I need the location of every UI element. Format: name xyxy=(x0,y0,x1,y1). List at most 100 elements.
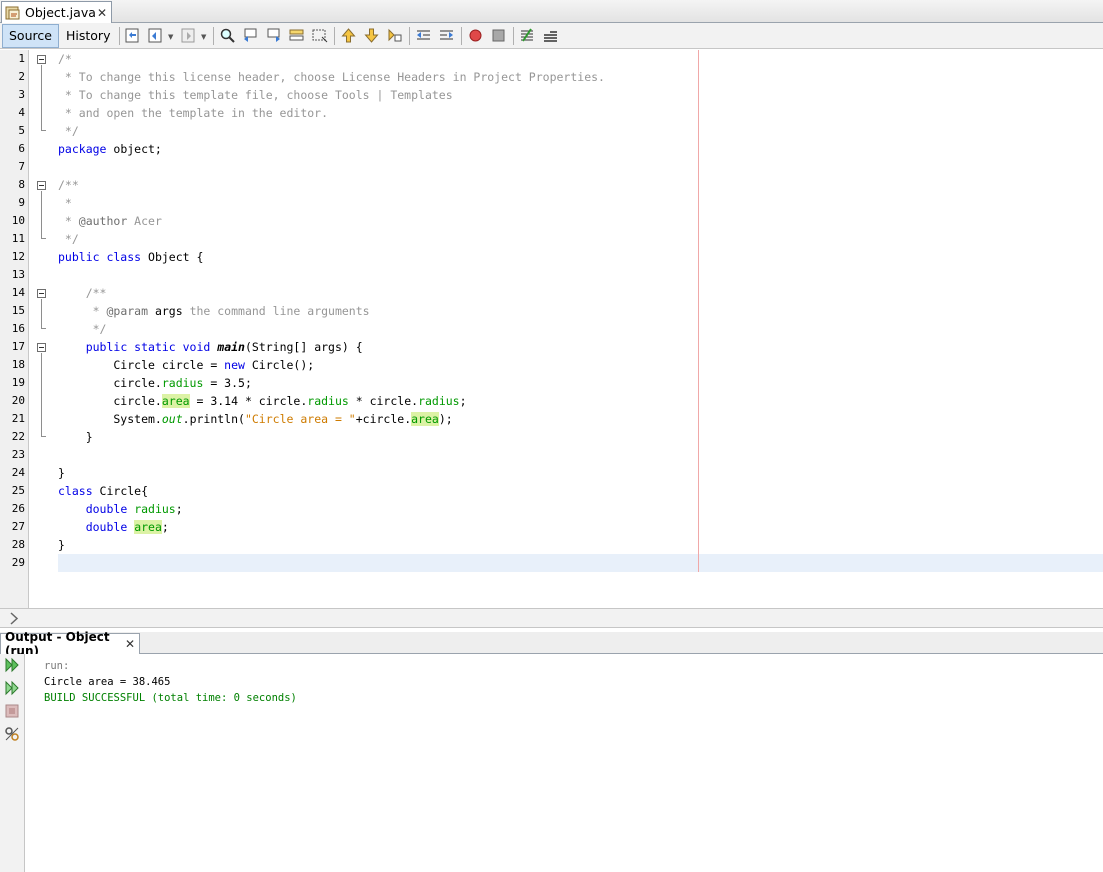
code-line[interactable]: public class Object { xyxy=(58,248,203,266)
toggle-bookmark-icon[interactable] xyxy=(386,27,403,44)
toolbar-separator xyxy=(119,27,120,45)
output-line-run: run: xyxy=(44,660,70,672)
close-icon[interactable]: ✕ xyxy=(125,637,135,651)
code-line[interactable]: package object; xyxy=(58,140,162,158)
code-line[interactable]: */ xyxy=(58,122,79,140)
comment-text: * xyxy=(58,214,79,228)
comment-icon[interactable] xyxy=(519,27,536,44)
keyword: package xyxy=(58,142,107,156)
code-text: object; xyxy=(106,142,162,156)
source-tab[interactable]: Source xyxy=(2,24,59,48)
code-line[interactable]: * @author Acer xyxy=(58,212,162,230)
code-text: * circle. xyxy=(348,394,419,408)
code-line[interactable]: /** xyxy=(58,176,79,194)
rerun-with-different-parameters-icon[interactable] xyxy=(4,680,20,696)
code-text: ; xyxy=(161,520,169,534)
shift-line-right-icon[interactable] xyxy=(438,27,455,44)
comment-text: the command line arguments xyxy=(182,304,370,318)
uncomment-icon[interactable] xyxy=(542,27,559,44)
fold-toggle-icon[interactable] xyxy=(37,343,46,352)
code-line[interactable]: public static void main(String[] args) { xyxy=(58,338,363,356)
code-line[interactable]: circle.radius = 3.5; xyxy=(58,374,252,392)
code-line[interactable]: */ xyxy=(58,320,107,338)
field-reference-highlighted: area xyxy=(161,394,190,408)
close-icon[interactable]: ✕ xyxy=(97,6,107,20)
toggle-highlight-icon[interactable] xyxy=(288,27,305,44)
javadoc-param-name: args xyxy=(148,304,183,318)
chevron-right-icon[interactable] xyxy=(8,612,20,625)
code-line[interactable]: * xyxy=(58,194,72,212)
line-number: 24 xyxy=(11,466,25,479)
keyword: public class xyxy=(58,250,142,264)
stop-macro-recording-icon[interactable] xyxy=(490,27,507,44)
editor-toolbar: Source History ▼ ▼ xyxy=(0,23,1103,49)
next-bookmark-icon[interactable] xyxy=(363,27,380,44)
code-line[interactable]: class Circle{ xyxy=(58,482,148,500)
code-line[interactable]: double radius; xyxy=(58,500,183,518)
fold-guide-end xyxy=(41,436,46,437)
javadoc-tag: @author xyxy=(78,214,128,228)
code-line[interactable]: System.out.println("Circle area = "+circ… xyxy=(58,410,453,428)
forward-icon[interactable] xyxy=(180,27,197,44)
toggle-rectangular-selection-icon[interactable] xyxy=(311,27,328,44)
start-macro-recording-icon[interactable] xyxy=(467,27,484,44)
back-dropdown-icon[interactable]: ▼ xyxy=(168,33,173,41)
stop-icon[interactable] xyxy=(4,703,20,719)
rerun-icon[interactable] xyxy=(4,657,20,673)
shift-line-left-icon[interactable] xyxy=(415,27,432,44)
code-line[interactable]: Circle circle = new Circle(); xyxy=(58,356,314,374)
output-tab[interactable]: Output - Object (run) ✕ xyxy=(0,630,140,658)
editor-tab-object-java[interactable]: Object.java ✕ xyxy=(1,1,112,23)
field-reference: radius xyxy=(161,376,204,390)
find-icon[interactable] xyxy=(219,27,236,44)
toolbar-separator xyxy=(334,27,335,45)
fold-toggle-icon[interactable] xyxy=(37,181,46,190)
fold-toggle-icon[interactable] xyxy=(37,289,46,298)
code-line[interactable]: /** xyxy=(58,284,107,302)
code-line[interactable]: } xyxy=(58,464,65,482)
line-number: 7 xyxy=(18,160,25,173)
field-reference: radius xyxy=(307,394,349,408)
back-icon[interactable] xyxy=(147,27,164,44)
code-line[interactable]: circle.area = 3.14 * circle.radius * cir… xyxy=(58,392,467,410)
settings-icon[interactable] xyxy=(4,726,20,742)
find-next-icon[interactable] xyxy=(265,27,282,44)
code-text: (String[] args) { xyxy=(244,340,363,354)
forward-dropdown-icon[interactable]: ▼ xyxy=(201,33,206,41)
code-text: = 3.5; xyxy=(203,376,252,390)
line-number: 17 xyxy=(11,340,25,353)
static-field-reference: out xyxy=(161,412,183,426)
fold-guide-end xyxy=(41,328,46,329)
line-number: 10 xyxy=(11,214,25,227)
code-lines[interactable]: /* * To change this license header, choo… xyxy=(53,50,1098,590)
find-previous-icon[interactable] xyxy=(242,27,259,44)
code-line[interactable]: /* xyxy=(58,50,72,68)
code-line[interactable]: } xyxy=(58,536,65,554)
code-line[interactable]: * and open the template in the editor. xyxy=(58,104,328,122)
toolbar-separator xyxy=(513,27,514,45)
history-tab[interactable]: History xyxy=(60,24,116,48)
line-number: 16 xyxy=(11,322,25,335)
code-line[interactable]: * To change this license header, choose … xyxy=(58,68,605,86)
code-line[interactable]: * To change this template file, choose T… xyxy=(58,86,453,104)
line-number: 25 xyxy=(11,484,25,497)
code-line[interactable]: * @param args the command line arguments xyxy=(58,302,370,320)
toolbar-separator xyxy=(461,27,462,45)
line-number: 18 xyxy=(11,358,25,371)
fold-guide xyxy=(41,191,42,238)
line-number: 2 xyxy=(18,70,25,83)
code-line[interactable]: double area; xyxy=(58,518,169,536)
output-console[interactable]: run: Circle area = 38.465 BUILD SUCCESSF… xyxy=(26,654,1103,872)
line-number: 5 xyxy=(18,124,25,137)
line-number: 12 xyxy=(11,250,25,263)
line-number: 9 xyxy=(18,196,25,209)
last-edit-icon[interactable] xyxy=(124,27,141,44)
code-line[interactable]: } xyxy=(58,428,93,446)
code-line[interactable]: */ xyxy=(58,230,79,248)
fold-guide-end xyxy=(41,238,46,239)
field-declaration-highlighted: area xyxy=(134,520,162,534)
fold-toggle-icon[interactable] xyxy=(37,55,46,64)
previous-bookmark-icon[interactable] xyxy=(340,27,357,44)
line-number: 3 xyxy=(18,88,25,101)
code-text: ; xyxy=(459,394,467,408)
